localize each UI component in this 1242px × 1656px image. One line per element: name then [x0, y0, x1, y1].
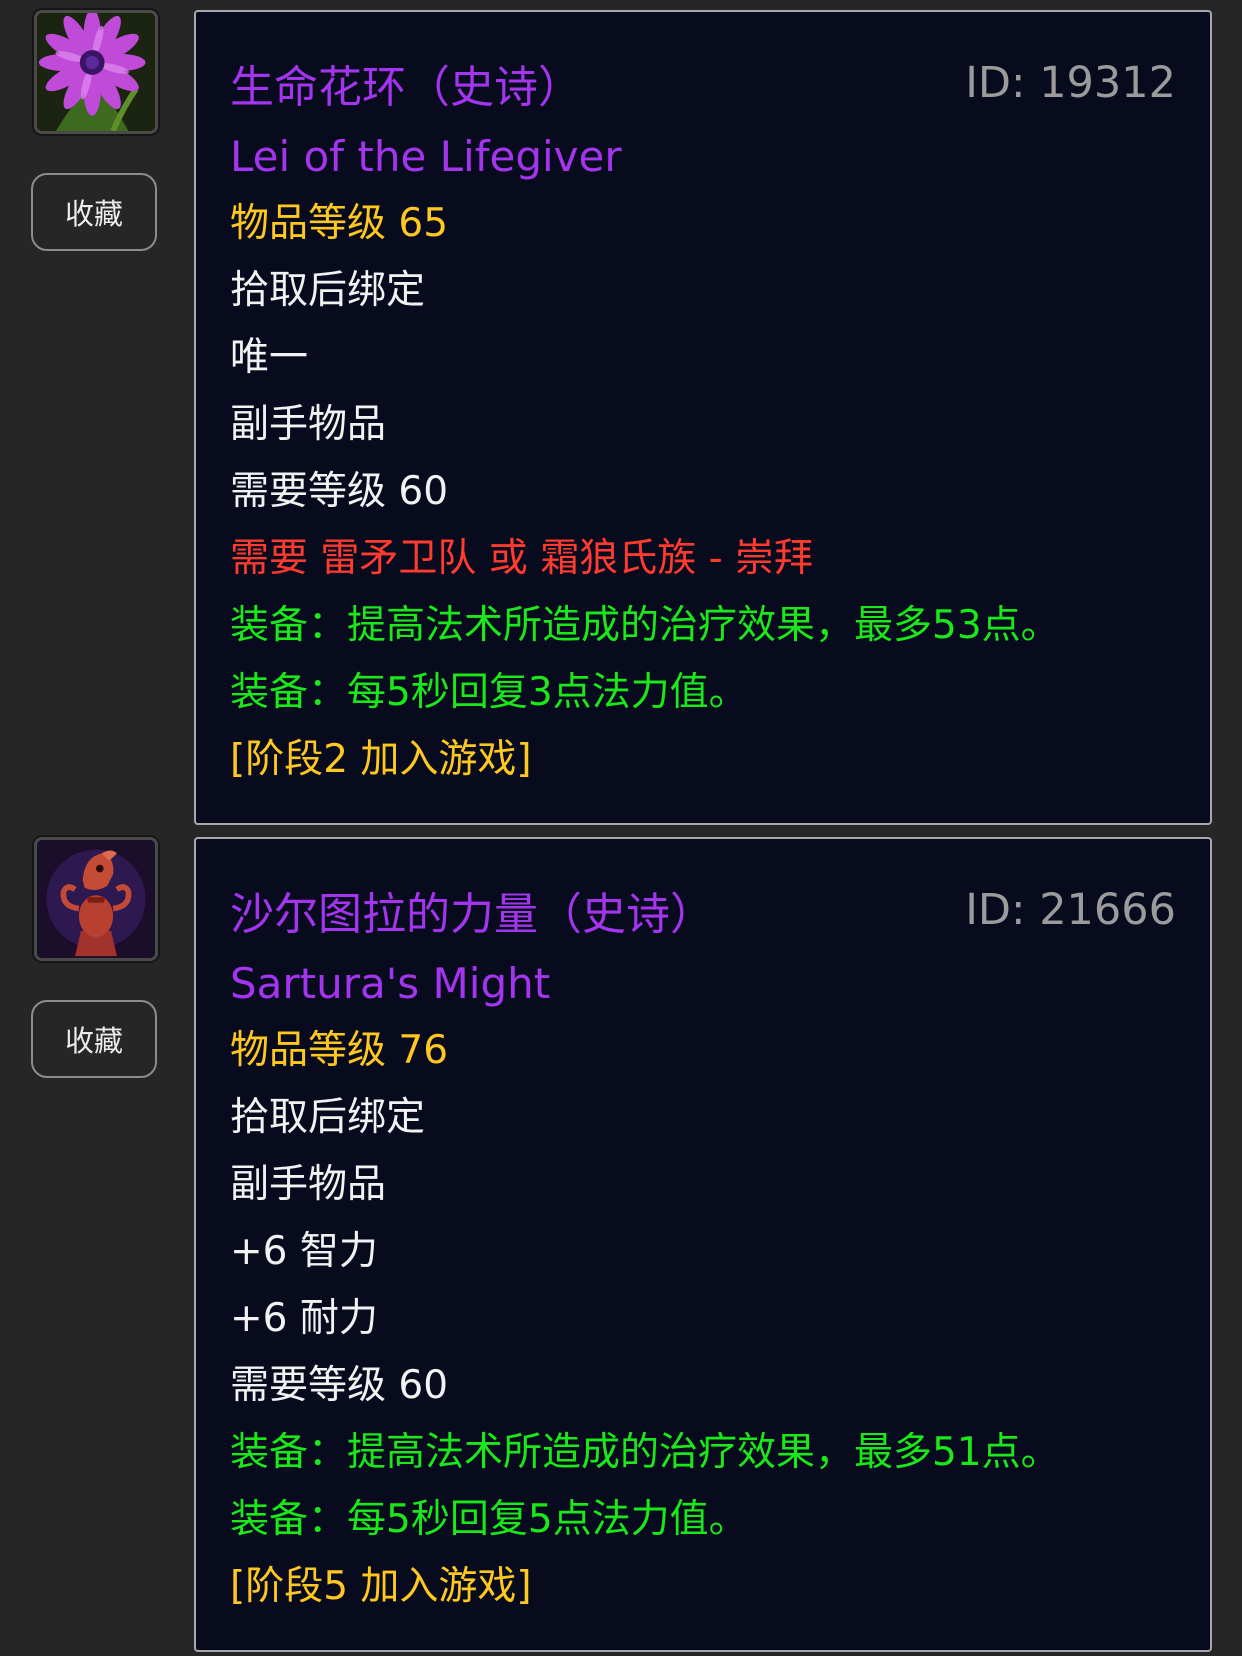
item-id: ID: 21666	[965, 885, 1176, 935]
stat-stamina: +6 耐力	[230, 1296, 378, 1341]
equip-effect: 装备：提高法术所造成的治疗效果，最多53点。	[230, 603, 1060, 648]
favorite-button[interactable]: 收藏	[31, 173, 157, 251]
favorite-button[interactable]: 收藏	[31, 1000, 157, 1078]
bind-type: 拾取后绑定	[230, 268, 426, 313]
item-tooltip: ID: 19312 生命花环（史诗） Lei of the Lifegiver …	[194, 10, 1212, 825]
phase-note: [阶段2 加入游戏]	[230, 737, 532, 782]
stat-intellect: +6 智力	[230, 1229, 378, 1274]
unique-tag: 唯一	[230, 335, 309, 380]
slot-type: 副手物品	[230, 1162, 387, 1207]
equip-effect: 装备：每5秒回复3点法力值。	[230, 670, 748, 715]
phase-note: [阶段5 加入游戏]	[230, 1564, 532, 1609]
required-level: 需要等级 60	[230, 469, 449, 514]
item-level: 物品等级 76	[230, 1028, 449, 1073]
equip-effect: 装备：每5秒回复5点法力值。	[230, 1497, 748, 1542]
reputation-requirement: 需要 雷矛卫队 或 霜狼氏族 - 崇拜	[230, 536, 814, 581]
purple-flower-icon[interactable]	[34, 10, 158, 134]
red-idol-icon[interactable]	[34, 837, 158, 961]
item-title-en: Lei of the Lifegiver	[230, 132, 622, 181]
slot-type: 副手物品	[230, 402, 387, 447]
item-id: ID: 19312	[965, 58, 1176, 108]
item-tooltip: ID: 21666 沙尔图拉的力量（史诗） Sartura's Might 物品…	[194, 837, 1212, 1652]
bind-type: 拾取后绑定	[230, 1095, 426, 1140]
equip-effect: 装备：提高法术所造成的治疗效果，最多51点。	[230, 1430, 1060, 1475]
item-level: 物品等级 65	[230, 201, 449, 246]
required-level: 需要等级 60	[230, 1363, 449, 1408]
item-title-en: Sartura's Might	[230, 959, 551, 1008]
